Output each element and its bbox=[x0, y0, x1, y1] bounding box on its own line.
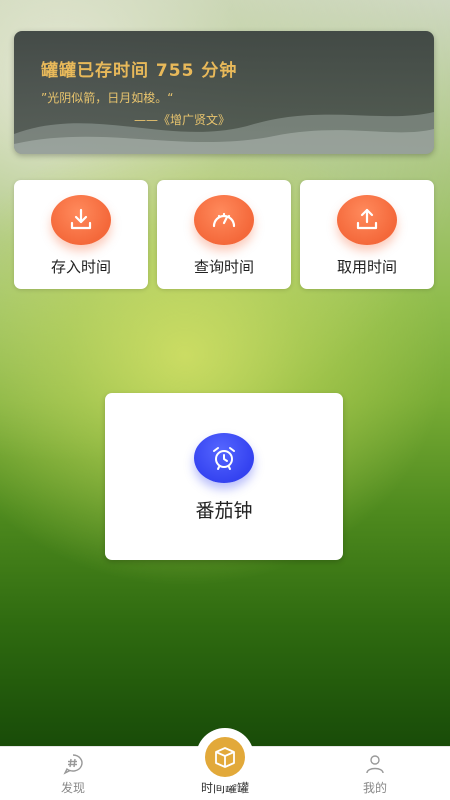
alarm-clock-icon bbox=[194, 433, 254, 483]
gauge-icon bbox=[194, 195, 254, 245]
query-time-card[interactable]: 查询时间 bbox=[157, 180, 291, 289]
stored-time-title: 罐罐已存时间 755 分钟 bbox=[41, 61, 238, 81]
deposit-time-card[interactable]: 存入时间 bbox=[14, 180, 148, 289]
tab-mine-label: 我的 bbox=[362, 781, 387, 795]
tab-mine[interactable]: 我的 bbox=[342, 747, 408, 800]
withdraw-time-card[interactable]: 取用时间 bbox=[300, 180, 434, 289]
query-time-label: 查询时间 bbox=[193, 258, 254, 276]
upload-icon bbox=[337, 195, 397, 245]
tab-discover-label: 发现 bbox=[60, 781, 85, 795]
withdraw-time-label: 取用时间 bbox=[336, 258, 397, 276]
banner-quote: ”光阴似箭，日月如梭。“ bbox=[41, 91, 174, 105]
banner-quote-source: ——《增广贤文》 bbox=[134, 113, 231, 127]
pomodoro-label: 番茄钟 bbox=[195, 500, 253, 522]
user-icon bbox=[366, 755, 384, 774]
hashtag-bubble-icon bbox=[63, 754, 83, 775]
deposit-time-label: 存入时间 bbox=[50, 258, 111, 276]
tab-discover[interactable]: 发现 bbox=[40, 747, 106, 800]
pomodoro-card[interactable]: 番茄钟 bbox=[105, 393, 343, 560]
time-jar-banner: 罐罐已存时间 755 分钟 ”光阴似箭，日月如梭。“ ——《增广贤文》 bbox=[14, 31, 434, 154]
download-icon bbox=[51, 195, 111, 245]
box-icon[interactable] bbox=[205, 737, 245, 777]
